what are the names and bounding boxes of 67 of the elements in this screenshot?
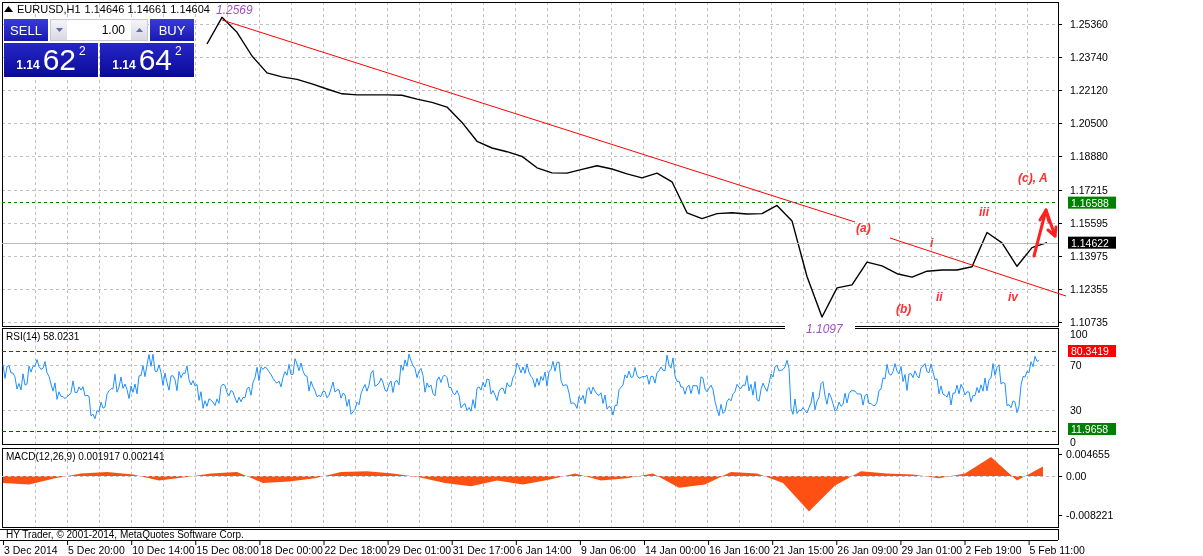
price-axis-label: 1.18880 [1070, 150, 1108, 162]
price-axis-label: 1.12355 [1070, 283, 1108, 295]
indicator-title: MACD(12,26,9) 0.001917 0.002141 [6, 451, 165, 462]
rsi-axis-label: 0 [1070, 436, 1076, 448]
indicator-title: RSI(14) 58.0231 [6, 331, 80, 342]
time-axis-label: 5 Feb 11:00 [1029, 544, 1085, 556]
price-axis-label: 1.23740 [1070, 51, 1108, 63]
spin-down-button[interactable] [51, 20, 67, 40]
time-axis-label: 26 Jan 09:00 [837, 544, 898, 556]
price-axis-label: 1.22120 [1070, 84, 1108, 96]
time-axis-label: 3 Dec 2014 [4, 544, 58, 556]
macd-axis-label: -0.008221 [1066, 509, 1114, 521]
rsi-axis-label: 70 [1070, 359, 1082, 371]
price-prefix: 1.14 [16, 58, 40, 72]
wave-label: ii [936, 290, 943, 304]
price-pips: 62 [42, 46, 76, 74]
price-prefix: 1.14 [112, 58, 136, 72]
price-axis-label: 1.13975 [1070, 250, 1108, 262]
price-tag: 11.9658 [1068, 423, 1116, 435]
macd-axis-label: 0.00 [1066, 470, 1087, 482]
symbol-label: EURUSD,H1 [17, 3, 81, 15]
caret-icon [55, 28, 63, 32]
time-axis-label: 2 Feb 19:00 [965, 544, 1022, 556]
spin-up-button[interactable] [131, 20, 147, 40]
wave-label: (c), A [1018, 171, 1048, 185]
time-axis-label: 22 Dec 18:00 [324, 544, 387, 556]
time-axis-label: 5 Dec 20:00 [68, 544, 125, 556]
price-axis-label: 1.15595 [1070, 217, 1108, 229]
time-axis-label: 9 Jan 06:00 [580, 544, 636, 556]
time-axis-label: 16 Jan 16:00 [709, 544, 770, 556]
wave-label: iii [979, 205, 989, 219]
time-axis-label: 15 Dec 08:00 [196, 544, 259, 556]
price-tag: 80.3419 [1068, 345, 1116, 357]
price-axis-label: 1.20500 [1070, 117, 1108, 129]
buy-button[interactable]: BUY [150, 19, 194, 41]
time-axis-label: 10 Dec 14:00 [132, 544, 195, 556]
macd-axis-label: 0.004655 [1066, 448, 1110, 460]
time-axis-label: 6 Jan 14:00 [516, 544, 572, 556]
time-axis-label: 14 Jan 00:00 [645, 544, 706, 556]
price-pips: 64 [138, 46, 172, 74]
sell-button[interactable]: SELL [4, 19, 48, 41]
time-axis-label: 18 Dec 00:00 [260, 544, 323, 556]
arrow-drawing [1032, 208, 1058, 258]
price-readout: 1.14646 1.14661 1.14604 [84, 3, 210, 15]
high-price-label: 1.2569 [216, 3, 253, 17]
time-axis-label: 29 Jan 01:00 [901, 544, 963, 556]
wave-label: iv [1008, 290, 1018, 304]
price-fraction: 2 [79, 44, 86, 58]
wave-label: (a) [856, 221, 871, 235]
price-axis-label: 1.25360 [1070, 18, 1108, 30]
low-price-label: 1.1097 [806, 322, 843, 336]
rsi-axis-label: 30 [1070, 404, 1082, 416]
time-axis-label: 21 Jan 15:00 [773, 544, 834, 556]
price-tag: 1.16588 [1068, 196, 1116, 209]
price-fraction: 2 [175, 44, 182, 58]
price-tag: 1.14622 [1068, 236, 1116, 249]
rsi-axis-label: 100 [1070, 328, 1088, 340]
wave-label: i [930, 236, 934, 250]
time-axis-label: 31 Dec 17:00 [452, 544, 516, 556]
copyright-text: HY Trader, © 2001-2014, MetaQuotes Software Corp. [6, 529, 244, 540]
price-axis-label: 1.10735 [1070, 316, 1108, 328]
time-axis-label: 29 Dec 01:00 [388, 544, 452, 556]
triangle-icon [4, 6, 13, 12]
price-axis-label: 1.17215 [1070, 184, 1108, 196]
volume-field[interactable]: 1.00 [50, 19, 148, 41]
caret-icon [135, 28, 143, 32]
wave-label: (b) [896, 302, 912, 316]
